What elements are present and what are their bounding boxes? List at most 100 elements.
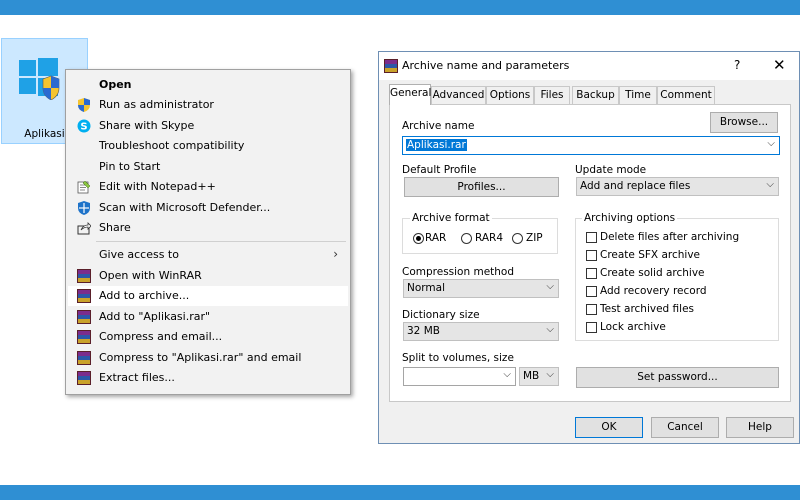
recovery-record-checkbox[interactable] bbox=[586, 286, 597, 297]
dictionary-label: Dictionary size bbox=[402, 309, 480, 321]
svg-text:S: S bbox=[80, 122, 87, 133]
archive-dialog: Archive name and parameters ? ✕ General … bbox=[378, 51, 800, 444]
chevron-down-icon: ⌵ bbox=[546, 324, 554, 335]
bottom-banner bbox=[0, 485, 800, 500]
archive-format-label: Archive format bbox=[410, 212, 492, 224]
winrar-icon bbox=[384, 59, 398, 73]
menu-item-label: Share bbox=[99, 221, 131, 234]
archiving-options-label: Archiving options bbox=[582, 212, 678, 224]
menu-item-label: Open bbox=[99, 78, 132, 91]
lock-archive-checkbox[interactable] bbox=[586, 322, 597, 333]
dictionary-select[interactable]: 32 MB ⌵ bbox=[403, 322, 559, 341]
menu-item-troubleshoot[interactable]: Troubleshoot compatibility bbox=[68, 136, 348, 156]
split-label: Split to volumes, size bbox=[402, 352, 514, 364]
compression-value: Normal bbox=[407, 282, 445, 294]
compression-select[interactable]: Normal ⌵ bbox=[403, 279, 559, 298]
chevron-down-icon: ⌵ bbox=[546, 281, 554, 292]
format-rar4-label: RAR4 bbox=[475, 232, 504, 244]
tab-comment[interactable]: Comment bbox=[657, 86, 715, 104]
menu-item-edit-notepad[interactable]: Edit with Notepad++ bbox=[68, 177, 348, 197]
menu-item-open-winrar[interactable]: Open with WinRAR bbox=[68, 266, 348, 286]
format-rar4-radio[interactable] bbox=[461, 233, 472, 244]
sfx-archive-checkbox[interactable] bbox=[586, 250, 597, 261]
dialog-titlebar[interactable]: Archive name and parameters ? ✕ bbox=[379, 52, 799, 80]
menu-item-label: Compress and email... bbox=[99, 330, 223, 343]
lock-archive-label: Lock archive bbox=[600, 321, 666, 333]
delete-files-checkbox[interactable] bbox=[586, 232, 597, 243]
tab-advanced[interactable]: Advanced bbox=[431, 86, 486, 104]
winrar-icon bbox=[77, 269, 91, 283]
format-zip-label: ZIP bbox=[526, 232, 543, 244]
test-files-checkbox[interactable] bbox=[586, 304, 597, 315]
tab-backup[interactable]: Backup bbox=[572, 86, 619, 104]
ok-button[interactable]: OK bbox=[575, 417, 643, 438]
cancel-button[interactable]: Cancel bbox=[651, 417, 719, 438]
menu-item-label: Add to archive... bbox=[99, 289, 190, 302]
menu-item-pin-to-start[interactable]: Pin to Start bbox=[68, 157, 348, 177]
menu-item-share[interactable]: Share bbox=[68, 218, 348, 238]
submenu-arrow-icon: › bbox=[333, 247, 338, 261]
menu-item-label: Open with WinRAR bbox=[99, 269, 202, 282]
menu-item-label: Troubleshoot compatibility bbox=[99, 139, 245, 152]
format-zip-radio[interactable] bbox=[512, 233, 523, 244]
solid-archive-label: Create solid archive bbox=[600, 267, 705, 279]
browse-button[interactable]: Browse... bbox=[710, 112, 778, 133]
skype-icon: S bbox=[77, 119, 91, 133]
tab-time[interactable]: Time bbox=[619, 86, 657, 104]
update-mode-select[interactable]: Add and replace files ⌵ bbox=[576, 177, 779, 196]
winrar-icon bbox=[77, 351, 91, 365]
delete-files-label: Delete files after archiving bbox=[600, 231, 740, 243]
format-rar-radio[interactable] bbox=[413, 233, 424, 244]
menu-item-label: Run as administrator bbox=[99, 98, 214, 111]
context-menu: Open Run as administrator S Share with S… bbox=[65, 69, 351, 395]
winrar-icon bbox=[77, 310, 91, 324]
menu-item-label: Share with Skype bbox=[99, 119, 195, 132]
menu-item-extract-files[interactable]: Extract files... bbox=[68, 368, 348, 388]
chevron-down-icon[interactable]: ⌵ bbox=[503, 369, 511, 380]
update-mode-value: Add and replace files bbox=[580, 180, 691, 192]
default-profile-label: Default Profile bbox=[402, 164, 477, 176]
menu-item-add-to-archive[interactable]: Add to archive... bbox=[68, 286, 348, 306]
profiles-button[interactable]: Profiles... bbox=[404, 177, 559, 197]
format-rar-label: RAR bbox=[425, 232, 447, 244]
archive-name-input[interactable]: Aplikasi.rar ⌵ bbox=[402, 136, 780, 155]
solid-archive-checkbox[interactable] bbox=[586, 268, 597, 279]
split-size-input[interactable]: ⌵ bbox=[403, 367, 516, 386]
archive-name-value: Aplikasi.rar bbox=[406, 139, 467, 151]
menu-item-give-access[interactable]: Give access to › bbox=[68, 245, 348, 265]
update-mode-label: Update mode bbox=[575, 164, 647, 176]
menu-item-label: Scan with Microsoft Defender... bbox=[99, 201, 271, 214]
menu-item-add-to-aplikasi-rar[interactable]: Add to "Aplikasi.rar" bbox=[68, 307, 348, 327]
set-password-button[interactable]: Set password... bbox=[576, 367, 779, 388]
menu-separator bbox=[96, 241, 346, 242]
menu-item-scan-defender[interactable]: Scan with Microsoft Defender... bbox=[68, 198, 348, 218]
menu-item-share-skype[interactable]: S Share with Skype bbox=[68, 116, 348, 136]
split-unit-select[interactable]: MB ⌵ bbox=[519, 367, 559, 386]
menu-item-label: Add to "Aplikasi.rar" bbox=[99, 310, 211, 323]
general-panel: Archive name Browse... Aplikasi.rar ⌵ De… bbox=[389, 104, 791, 402]
dialog-title: Archive name and parameters bbox=[402, 59, 570, 72]
chevron-down-icon: ⌵ bbox=[766, 179, 774, 190]
menu-item-open[interactable]: Open bbox=[68, 75, 348, 95]
close-icon[interactable]: ✕ bbox=[773, 56, 786, 74]
menu-item-run-as-admin[interactable]: Run as administrator bbox=[68, 95, 348, 115]
winrar-icon bbox=[77, 330, 91, 344]
help-button[interactable]: Help bbox=[726, 417, 794, 438]
menu-item-compress-to-rar-email[interactable]: Compress to "Aplikasi.rar" and email bbox=[68, 348, 348, 368]
winrar-icon bbox=[77, 371, 91, 385]
tab-files[interactable]: Files bbox=[534, 86, 570, 104]
tab-general[interactable]: General bbox=[389, 84, 431, 105]
tab-options[interactable]: Options bbox=[486, 86, 534, 104]
menu-item-label: Compress to "Aplikasi.rar" and email bbox=[99, 351, 302, 364]
recovery-record-label: Add recovery record bbox=[600, 285, 707, 297]
winrar-icon bbox=[77, 289, 91, 303]
chevron-down-icon[interactable]: ⌵ bbox=[767, 138, 775, 149]
top-banner bbox=[0, 0, 800, 15]
menu-item-label: Edit with Notepad++ bbox=[99, 180, 216, 193]
menu-item-compress-email[interactable]: Compress and email... bbox=[68, 327, 348, 347]
menu-item-label: Pin to Start bbox=[99, 160, 161, 173]
menu-item-label: Give access to bbox=[99, 248, 179, 261]
sfx-archive-label: Create SFX archive bbox=[600, 249, 701, 261]
defender-icon bbox=[78, 201, 90, 215]
help-icon[interactable]: ? bbox=[734, 58, 740, 72]
